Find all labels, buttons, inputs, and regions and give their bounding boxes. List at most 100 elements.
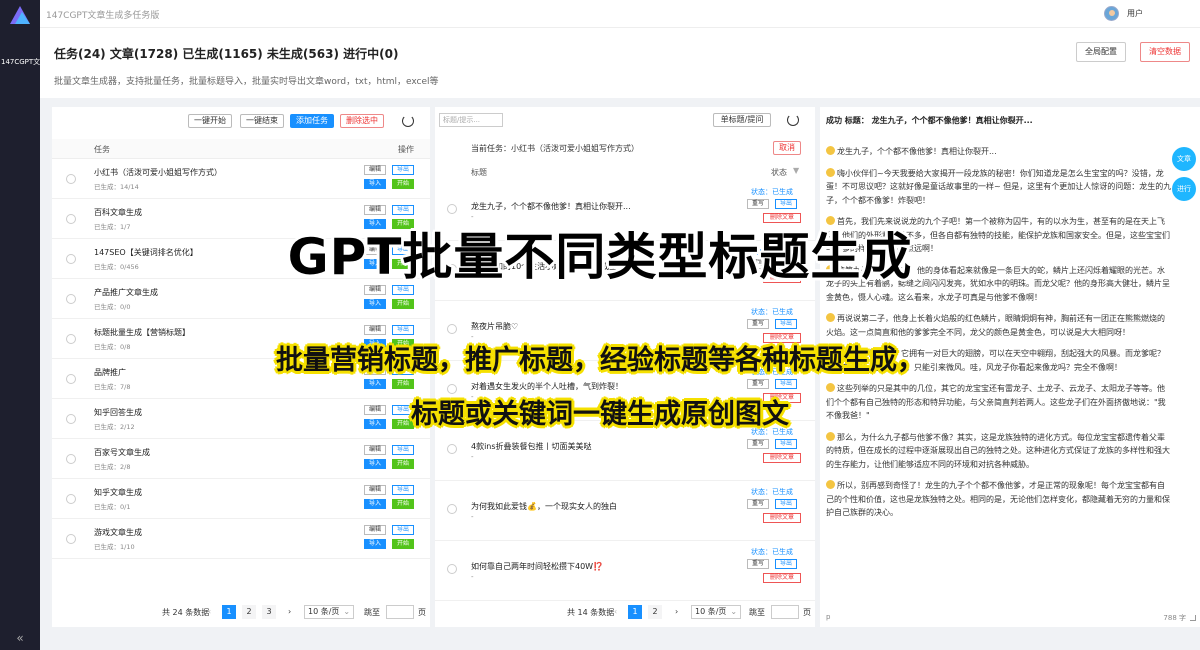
import-button[interactable]: 导入 [364,459,386,469]
cancel-button[interactable]: 取消 [773,141,801,155]
titles-next-page[interactable]: › [675,607,678,616]
row-radio[interactable] [66,494,76,504]
export-button[interactable]: 导出 [392,525,414,535]
single-title-button[interactable]: 单标题/提问 [713,113,771,127]
start-button[interactable]: 开始 [392,379,414,389]
filter-icon[interactable]: ▼ [793,166,799,175]
start-button[interactable]: 开始 [392,539,414,549]
edit-button[interactable]: 编辑 [364,165,386,175]
regen-button[interactable]: 重写 [747,559,769,569]
page-button[interactable]: 1 [222,605,236,619]
export-button[interactable]: 导出 [775,199,797,209]
titles-page-unit: 页 [803,608,811,617]
row-radio[interactable] [66,294,76,304]
import-button[interactable]: 导入 [364,539,386,549]
export-button[interactable]: 导出 [392,485,414,495]
delete-selected-button[interactable]: 删除选中 [340,114,384,128]
row-radio[interactable] [447,324,457,334]
regen-button[interactable]: 重写 [747,199,769,209]
table-row[interactable]: 游戏文章生成 已生成：1/10 编辑 导出 导入 开始 [52,519,430,559]
refresh-icon[interactable] [787,114,799,126]
delete-article-button[interactable]: 删除文章 [763,573,801,583]
stop-all-button[interactable]: 一键结束 [240,114,284,128]
col-action-header: 操作 [398,145,414,154]
titles-goto-input[interactable] [771,605,799,619]
regen-button[interactable]: 重写 [747,499,769,509]
export-button[interactable]: 导出 [392,325,414,335]
table-row[interactable]: 知乎文章生成 已生成：0/1 编辑 导出 导入 开始 [52,479,430,519]
clear-data-button[interactable]: 清空数据 [1140,42,1190,62]
tasks-per-page-select[interactable]: 10 条/页 ⌄ [304,605,354,619]
table-row[interactable]: 小红书（活泼可爱小姐姐写作方式） 已生成：14/14 编辑 导出 导入 开始 [52,159,430,199]
sidebar-collapse-icon[interactable]: « [0,626,40,650]
edit-button[interactable]: 编辑 [364,525,386,535]
row-radio[interactable] [447,504,457,514]
article-editor[interactable]: 龙生九子，个个都不像他爹！真相让你裂开... 嗨小伙伴们~今天我要给大家揭开一段龙… [826,145,1172,615]
task-title: 游戏文章生成 [94,528,142,537]
tasks-prev-page[interactable]: ‹ [208,607,211,616]
row-radio[interactable] [66,454,76,464]
tasks-next-page[interactable]: › [288,607,291,616]
row-radio[interactable] [66,534,76,544]
row-radio[interactable] [447,204,457,214]
titles-per-page-select[interactable]: 10 条/页 ⌄ [691,605,741,619]
export-button[interactable]: 导出 [392,445,414,455]
user-name[interactable]: 用户 [1127,8,1143,19]
emoji-icon [826,431,835,441]
import-button[interactable]: 导入 [364,499,386,509]
delete-article-button[interactable]: 删除文章 [763,453,801,463]
regen-button[interactable]: 重写 [747,439,769,449]
edit-button[interactable]: 编辑 [364,205,386,215]
table-row[interactable]: 百家号文章生成 已生成：2/8 编辑 导出 导入 开始 [52,439,430,479]
start-button[interactable]: 开始 [392,459,414,469]
row-radio[interactable] [447,564,457,574]
run-fab-button[interactable]: 进行 [1172,177,1196,201]
export-button[interactable]: 导出 [775,499,797,509]
task-count: 已生成：0/0 [94,303,131,311]
tasks-goto-input[interactable] [386,605,414,619]
start-button[interactable]: 开始 [392,299,414,309]
tasks-table-header: 任务 操作 [52,139,430,159]
resize-handle-icon[interactable] [1190,615,1196,621]
page-button[interactable]: 2 [648,605,662,619]
export-button[interactable]: 导出 [392,165,414,175]
import-button[interactable]: 导入 [364,179,386,189]
import-button[interactable]: 导入 [364,299,386,309]
delete-article-button[interactable]: 删除文章 [763,513,801,523]
import-button[interactable]: 导入 [364,379,386,389]
article-fab-button[interactable]: 文章 [1172,147,1196,171]
refresh-icon[interactable] [402,115,414,127]
logo-icon[interactable] [6,4,34,26]
start-all-button[interactable]: 一键开始 [188,114,232,128]
row-radio[interactable] [66,174,76,184]
title-search-input[interactable]: 标题/提示... [439,113,503,127]
list-item[interactable]: 为何我如此爱钱💰，一个现实女人的独白 - 状态：已生成 重写 导出 删除文章 [435,481,815,541]
export-button[interactable]: 导出 [775,319,797,329]
regen-button[interactable]: 重写 [747,319,769,329]
avatar-icon[interactable] [1104,6,1119,21]
row-radio[interactable] [447,444,457,454]
export-button[interactable]: 导出 [392,205,414,215]
export-button[interactable]: 导出 [775,439,797,449]
export-button[interactable]: 导出 [775,379,797,389]
page-button[interactable]: 3 [262,605,276,619]
add-task-button[interactable]: 添加任务 [290,114,334,128]
title-text: 4款ins折叠装餐包推丨切面美美哒 [471,442,592,451]
start-button[interactable]: 开始 [392,499,414,509]
task-count: 已生成：7/8 [94,383,131,391]
topbar: 147CGPT文章生成多任务版 用户 [40,0,1200,28]
start-button[interactable]: 开始 [392,179,414,189]
global-config-button[interactable]: 全局配置 [1076,42,1126,62]
export-button[interactable]: 导出 [775,559,797,569]
edit-button[interactable]: 编辑 [364,325,386,335]
regen-button[interactable]: 重写 [747,379,769,389]
page-button[interactable]: 2 [242,605,256,619]
titles-prev-page[interactable]: ‹ [614,607,617,616]
sidebar: 147CGPT文章生成多任务版 « [0,0,40,650]
page-button[interactable]: 1 [628,605,642,619]
sidebar-title: 147CGPT文章生成多任务版 [1,58,40,66]
list-item[interactable]: 如何靠自己两年时间轻松攒下40W⁉️ - 状态：已生成 重写 导出 删除文章 [435,541,815,601]
editor-path: p [826,613,831,621]
edit-button[interactable]: 编辑 [364,445,386,455]
edit-button[interactable]: 编辑 [364,485,386,495]
